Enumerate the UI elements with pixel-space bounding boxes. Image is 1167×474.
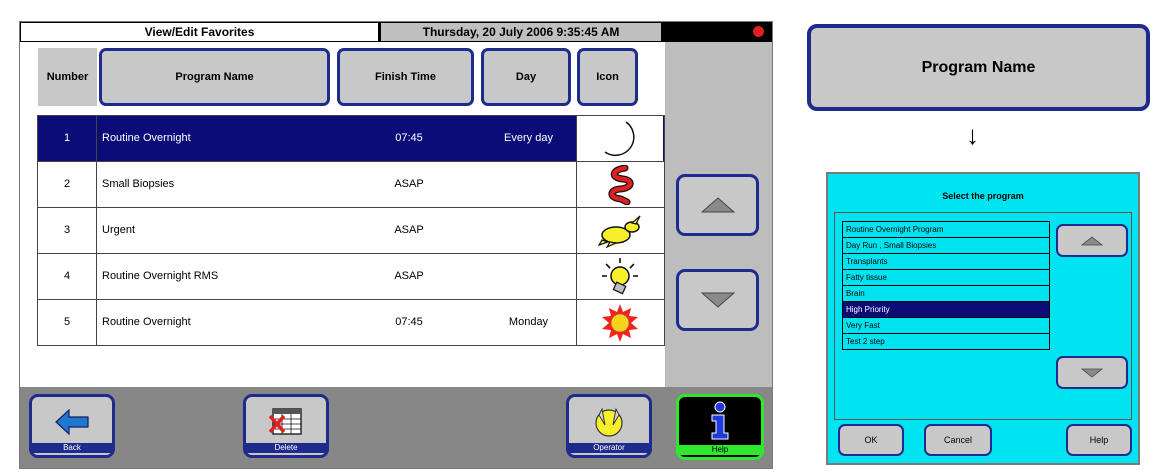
dialog-title: Select the program xyxy=(942,191,1024,201)
info-icon xyxy=(711,401,729,440)
moon-icon xyxy=(577,116,663,161)
dialog-help-button[interactable]: Help xyxy=(1066,424,1132,456)
program-name-button-enlarged[interactable]: Program Name xyxy=(807,24,1150,111)
title-bar: View/Edit Favorites Thursday, 20 July 20… xyxy=(20,22,772,42)
row-number: 3 xyxy=(38,208,97,253)
row-number: 2 xyxy=(38,162,97,207)
sun-icon xyxy=(577,300,663,345)
help-label: Help xyxy=(679,445,761,455)
list-scroll-down-button[interactable] xyxy=(1056,356,1128,389)
row-day xyxy=(481,254,577,299)
row-finish-time: 07:45 xyxy=(395,132,423,144)
row-day: Every day xyxy=(481,116,577,161)
favorites-table: Number Program Name Finish Time Day Icon… xyxy=(20,42,665,387)
day-button[interactable]: Day xyxy=(481,48,571,106)
list-item[interactable]: Test 2 step xyxy=(843,334,1049,349)
alarm-icon[interactable] xyxy=(753,26,764,37)
finish-time-button[interactable]: Finish Time xyxy=(337,48,474,106)
row-finish-time: ASAP xyxy=(394,178,424,190)
row-finish-time: ASAP xyxy=(394,224,424,236)
back-arrow-icon xyxy=(32,402,112,442)
select-program-dialog: Select the program Routine Overnight Pro… xyxy=(826,172,1140,465)
arrow-down-icon xyxy=(1081,368,1103,378)
row-number: 4 xyxy=(38,254,97,299)
delete-label: Delete xyxy=(246,443,326,453)
list-item[interactable]: Day Run , Small Biopsies xyxy=(843,238,1049,254)
flow-arrow: ↓ xyxy=(966,120,979,150)
row-day: Monday xyxy=(481,300,577,345)
help-button[interactable]: Help xyxy=(676,394,764,460)
delete-button[interactable]: Delete xyxy=(243,394,329,458)
row-day xyxy=(481,208,577,253)
row-program-name: Routine Overnight xyxy=(102,316,191,328)
operator-label: Operator xyxy=(569,443,649,453)
icon-button[interactable]: Icon xyxy=(577,48,638,106)
row-program-name: Small Biopsies xyxy=(102,178,175,190)
bottom-toolbar: Back Delete Operator xyxy=(20,387,772,468)
table-row[interactable]: 1 Routine Overnight 07:45 Every day xyxy=(38,116,664,161)
list-item[interactable]: Fatty tissue xyxy=(843,270,1049,286)
table-row[interactable]: 3 Urgent ASAP xyxy=(38,207,664,253)
arrow-up-icon xyxy=(700,197,735,213)
row-finish-time: 07:45 xyxy=(395,316,423,328)
list-item-selected[interactable]: High Priority xyxy=(843,302,1049,318)
column-header-number: Number xyxy=(38,48,97,106)
list-item[interactable]: Routine Overnight Program xyxy=(843,222,1049,238)
cancel-button[interactable]: Cancel xyxy=(924,424,992,456)
program-list: Routine Overnight Program Day Run , Smal… xyxy=(842,221,1050,350)
operator-icon xyxy=(569,402,649,442)
arrow-down-icon xyxy=(700,292,735,308)
row-program-name: Urgent xyxy=(102,224,136,236)
program-name-button[interactable]: Program Name xyxy=(99,48,330,106)
table-row[interactable]: 5 Routine Overnight 07:45 Monday xyxy=(38,299,664,345)
date-time: Thursday, 20 July 2006 9:35:45 AM xyxy=(381,23,661,41)
view-edit-favorites-screen: View/Edit Favorites Thursday, 20 July 20… xyxy=(19,21,773,469)
list-item[interactable]: Brain xyxy=(843,286,1049,302)
row-program-name: Routine Overnight xyxy=(102,132,191,144)
back-button[interactable]: Back xyxy=(29,394,115,458)
back-label: Back xyxy=(32,443,112,453)
delete-table-icon xyxy=(246,402,326,442)
scroll-panel xyxy=(665,42,772,387)
arrow-up-icon xyxy=(1081,235,1103,245)
row-number: 1 xyxy=(38,116,97,161)
row-number: 5 xyxy=(38,300,97,345)
intestine-icon xyxy=(577,162,663,207)
ok-button[interactable]: OK xyxy=(838,424,904,456)
list-item[interactable]: Very Fast xyxy=(843,318,1049,334)
operator-button[interactable]: Operator xyxy=(566,394,652,458)
table-row[interactable]: 2 Small Biopsies ASAP xyxy=(38,161,664,207)
list-item[interactable]: Transplants xyxy=(843,254,1049,270)
row-finish-time: ASAP xyxy=(394,270,424,282)
scroll-up-button[interactable] xyxy=(676,174,759,236)
table-row[interactable]: 4 Routine Overnight RMS ASAP xyxy=(38,253,664,299)
rabbit-icon xyxy=(577,208,663,253)
table-rows: 1 Routine Overnight 07:45 Every day 2 Sm… xyxy=(37,115,665,346)
row-program-name: Routine Overnight RMS xyxy=(102,270,219,282)
list-scroll-up-button[interactable] xyxy=(1056,224,1128,257)
lightbulb-icon xyxy=(577,254,663,299)
scroll-down-button[interactable] xyxy=(676,269,759,331)
screen-title: View/Edit Favorites xyxy=(21,23,378,41)
row-day xyxy=(481,162,577,207)
